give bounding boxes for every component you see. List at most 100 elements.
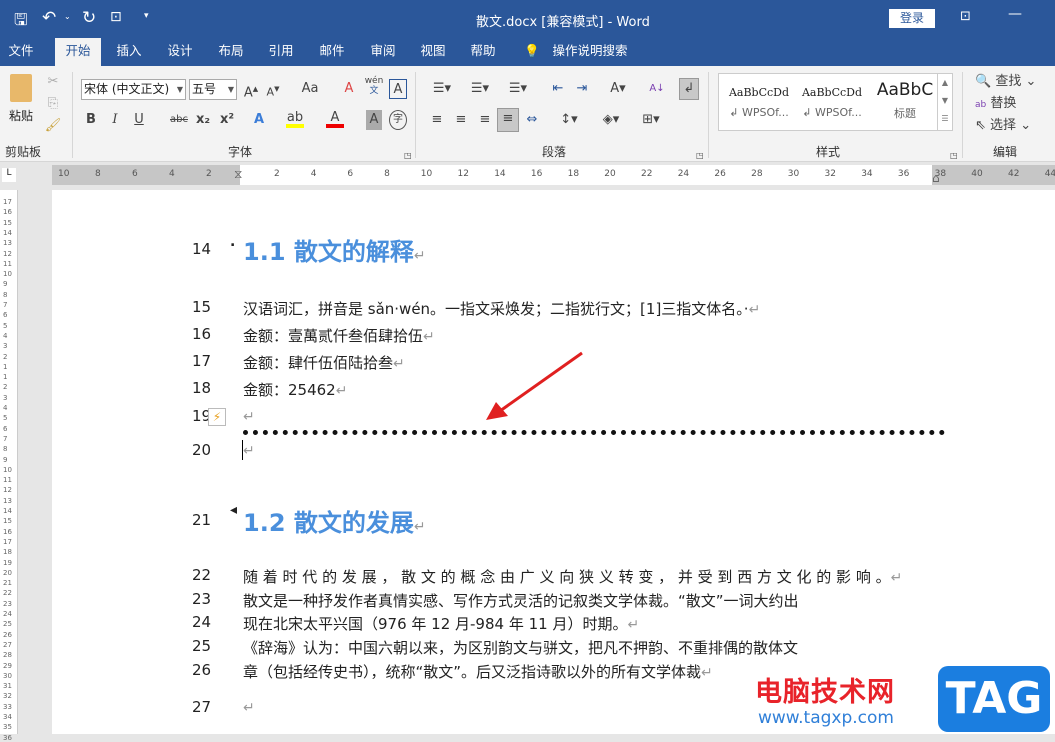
- heading-collapse-marker[interactable]: .: [230, 234, 235, 250]
- shading-icon[interactable]: ◈▾: [597, 110, 625, 130]
- tab-view[interactable]: 视图: [410, 38, 456, 66]
- style-item[interactable]: AaBbCcDd ↲ WPSOf...: [796, 74, 868, 119]
- ribbon-display-icon[interactable]: ⊡: [960, 9, 971, 24]
- show-formatting-marks-button[interactable]: ↲: [679, 78, 699, 100]
- minimize-button[interactable]: —: [1008, 6, 1022, 22]
- text-effects-icon[interactable]: A: [250, 110, 268, 130]
- customize-qat-icon[interactable]: ▾: [144, 11, 149, 21]
- tab-layout[interactable]: 布局: [208, 38, 254, 66]
- grow-font-icon[interactable]: A▲: [242, 79, 260, 100]
- sort-icon[interactable]: A↓: [648, 79, 666, 99]
- justify-button[interactable]: ≡: [497, 108, 519, 132]
- tab-insert[interactable]: 插入: [106, 38, 152, 66]
- paragraph-line[interactable]: 随 着 时 代 的 发 展 ， 散 文 的 概 念 由 广 义 向 狭 义 转 …: [243, 566, 902, 587]
- paste-icon[interactable]: [10, 74, 32, 102]
- line-number: 16: [192, 325, 212, 343]
- numbering-icon[interactable]: ☰▾: [466, 79, 494, 99]
- tab-selector[interactable]: L: [2, 168, 16, 182]
- replace-button[interactable]: ab 替换: [975, 94, 1047, 114]
- italic-button[interactable]: I: [107, 110, 123, 130]
- heading-collapse-marker[interactable]: ◂: [230, 502, 237, 518]
- tab-home[interactable]: 开始: [55, 38, 101, 66]
- multilevel-list-icon[interactable]: ☰▾: [504, 79, 532, 99]
- save-icon[interactable]: 🖫: [14, 9, 28, 36]
- change-case-button[interactable]: Aa: [295, 79, 325, 99]
- select-button[interactable]: ⇖ 选择 ⌄: [975, 116, 1047, 136]
- paragraph-line[interactable]: 金额：肆仟伍佰陆拾叁↵: [243, 352, 405, 373]
- paragraph-line[interactable]: ↵: [243, 698, 255, 716]
- line-text: 现在北宋太平兴国（976 年 12 月-984 年 11 月）时期。: [243, 615, 628, 633]
- paragraph-line[interactable]: ↵: [243, 407, 255, 425]
- distributed-icon[interactable]: ⇔: [523, 110, 541, 130]
- paragraph-line[interactable]: 《辞海》认为：中国六朝以来，为区别韵文与骈文，把凡不押韵、不重排偶的散体文: [243, 637, 798, 658]
- touch-mode-icon[interactable]: ⊡: [110, 9, 122, 25]
- vruler-tick: 13: [3, 496, 12, 505]
- tab-review[interactable]: 审阅: [360, 38, 406, 66]
- line-number: 14: [192, 240, 212, 258]
- heading[interactable]: 1.1 散文的解释↵: [243, 232, 426, 267]
- character-border-button[interactable]: A: [389, 79, 407, 99]
- autocorrect-options-icon[interactable]: ⚡: [208, 408, 226, 426]
- undo-dropdown-icon[interactable]: ⌄: [64, 12, 71, 21]
- font-size-select[interactable]: 五号 ▼: [189, 79, 237, 100]
- styles-dialog-launcher-icon[interactable]: ◳: [950, 146, 958, 166]
- highlight-color-icon[interactable]: ab: [286, 108, 304, 128]
- vertical-ruler[interactable]: 17 16 15 14 13 12 11 10 9 8 7 6 5 4 3 2 1 1 2 3 4 5 6 7 8 9 10 11 12…: [0, 190, 18, 742]
- paragraph-line[interactable]: 现在北宋太平兴国（976 年 12 月-984 年 11 月）时期。↵: [243, 613, 639, 634]
- superscript-button[interactable]: x²: [218, 110, 236, 130]
- tab-references[interactable]: 引用: [258, 38, 304, 66]
- heading[interactable]: 1.2 散文的发展↵: [243, 503, 426, 538]
- phonetic-guide-button[interactable]: wén 文: [364, 76, 384, 100]
- vruler-tick: 30: [3, 671, 12, 680]
- align-left-icon[interactable]: ≡: [428, 110, 446, 130]
- shrink-font-icon[interactable]: A▼: [264, 79, 282, 99]
- paragraph-line[interactable]: 汉语词汇，拼音是 sǎn·wén。一指文采焕发；二指犹行文；[1]三指文体名。·…: [243, 298, 760, 319]
- undo-icon[interactable]: ↶: [42, 8, 56, 28]
- tab-design[interactable]: 设计: [157, 38, 203, 66]
- line-spacing-icon[interactable]: ↕▾: [555, 110, 583, 130]
- underline-button[interactable]: U: [131, 110, 147, 130]
- character-shading-icon[interactable]: A: [366, 110, 382, 130]
- tab-help[interactable]: 帮助: [460, 38, 506, 66]
- align-center-icon[interactable]: ≡: [452, 110, 470, 130]
- paragraph-line[interactable]: 章（包括经传史书），统称“散文”。后又泛指诗歌以外的所有文学体裁↵: [243, 661, 713, 682]
- bold-button[interactable]: B: [83, 110, 99, 130]
- clear-format-icon[interactable]: A: [340, 79, 358, 99]
- paragraph-line[interactable]: 金额：25462↵: [243, 379, 347, 400]
- horizontal-ruler[interactable]: 10 8 6 4 2 2 4 6 8 10 12 14 16 18 20 22 24 26 28 30 32 34 36 38…: [52, 165, 1055, 185]
- paragraph-dialog-launcher-icon[interactable]: ◳: [696, 146, 704, 166]
- redo-icon[interactable]: ↻: [82, 8, 96, 28]
- strikethrough-button[interactable]: abc: [168, 110, 190, 130]
- style-item-title[interactable]: AaBbC 标题: [869, 74, 941, 121]
- paragraph-line[interactable]: 金额：壹萬贰仟叁佰肆拾伍↵: [243, 325, 435, 346]
- document-page[interactable]: 14 1.1 散文的解释↵ 15 汉语词汇，拼音是 sǎn·wén。一指文采焕发；二指…: [52, 190, 1055, 734]
- indent-marker[interactable]: ⧖: [234, 167, 242, 182]
- enclose-characters-button[interactable]: 字: [389, 110, 407, 130]
- bullets-icon[interactable]: ☰▾: [428, 79, 456, 99]
- tell-me-search[interactable]: 操作说明搜索: [548, 38, 632, 66]
- paragraph-line[interactable]: 散文是一种抒发作者真情实感、写作方式灵活的记叙类文学体裁。“散文”一词大约出: [243, 590, 799, 611]
- font-dialog-launcher-icon[interactable]: ◳: [404, 146, 412, 166]
- find-button[interactable]: 🔍 查找 ⌄: [975, 72, 1047, 92]
- borders-icon[interactable]: ⊞▾: [637, 110, 665, 130]
- tab-file[interactable]: 文件: [0, 38, 42, 66]
- font-color-icon[interactable]: A: [326, 108, 344, 128]
- asian-layout-icon[interactable]: A▾: [604, 79, 632, 99]
- login-button[interactable]: 登录: [889, 9, 935, 28]
- font-name-select[interactable]: 宋体 (中文正文) ▼: [81, 79, 186, 100]
- styles-scroll[interactable]: ▲ ▼ ☰: [937, 74, 952, 130]
- increase-indent-icon[interactable]: ⇥: [572, 79, 592, 99]
- line-number: 20: [192, 441, 212, 459]
- subscript-button[interactable]: x₂: [194, 110, 212, 130]
- vruler-tick: 12: [3, 249, 12, 258]
- decrease-indent-icon[interactable]: ⇤: [548, 79, 568, 99]
- align-right-icon[interactable]: ≡: [476, 110, 494, 130]
- copy-icon[interactable]: ⎘: [44, 94, 62, 114]
- cut-icon[interactable]: ✂: [44, 72, 62, 92]
- paste-button[interactable]: 粘贴: [9, 107, 33, 124]
- style-item[interactable]: AaBbCcDd ↲ WPSOf...: [723, 74, 795, 119]
- tab-mailings[interactable]: 邮件: [309, 38, 355, 66]
- paragraph-line[interactable]: ↵: [243, 441, 255, 459]
- right-indent-marker[interactable]: ⌂: [932, 171, 940, 185]
- format-painter-icon[interactable]: 🖌: [44, 116, 62, 136]
